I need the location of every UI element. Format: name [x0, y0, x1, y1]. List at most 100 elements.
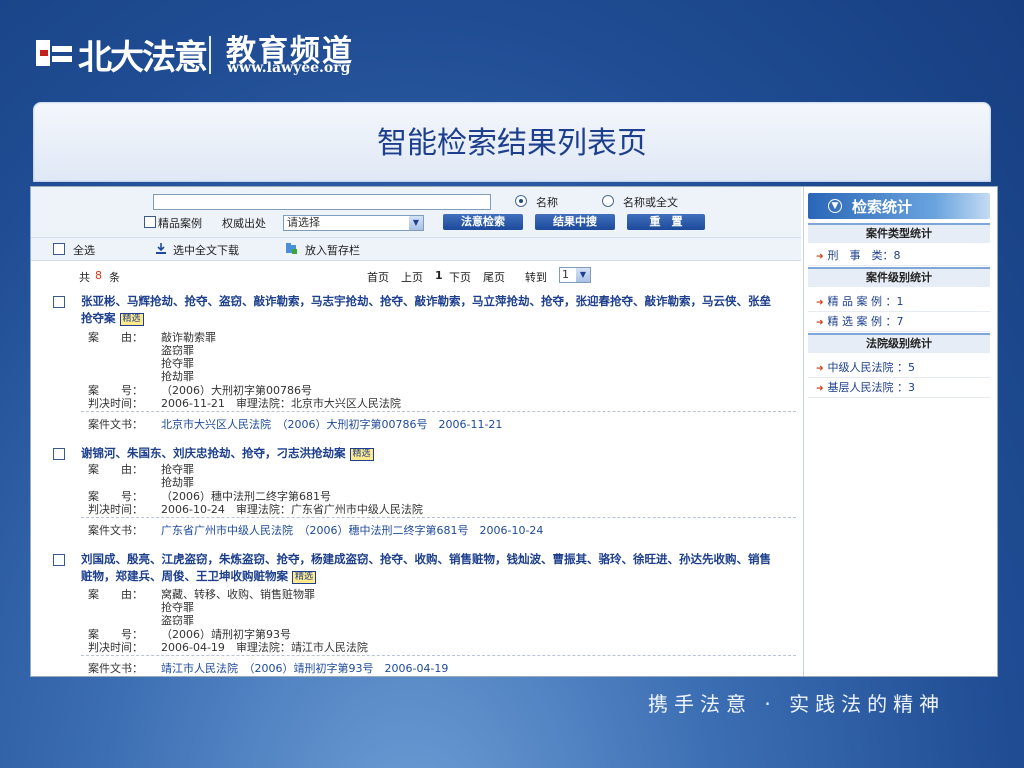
slogan: 携手法意 · 实践法的精神 [648, 692, 946, 716]
total-count: 8 [95, 269, 102, 282]
court-label: 审理法院： [235, 397, 291, 410]
cause-label: 案 由： [88, 588, 143, 601]
total-prefix: 共 [79, 271, 90, 284]
stats-item-label[interactable]: 刑 事 类：8 [828, 249, 901, 262]
screenshot-panel: 名称 名称或全文 精品案例 权威出处 请选择 ▼ 法意检索 结果中搜 重 置 全… [30, 186, 998, 677]
first-page-link[interactable]: 首页 [367, 269, 389, 285]
chevron-down-icon: ▼ [576, 268, 590, 282]
lawyee-logo-icon [36, 40, 72, 66]
court-label: 审理法院： [235, 641, 291, 654]
result-item: 张亚彬、马辉抢劫、抢夺、盗窃、敲诈勒索，马志宇抢劫、抢夺、敲诈勒索，马立萍抢劫、… [31, 293, 801, 432]
document-link[interactable]: 靖江市人民法院 （2006）靖刑初字第93号 2006-04-19 [161, 660, 448, 676]
judge-detail: 2006-10-24 审理法院：广东省广州市中级人民法院 [161, 501, 423, 517]
reset-button[interactable]: 重 置 [627, 214, 705, 230]
arrow-right-icon: ➜ [816, 298, 824, 308]
stats-header: ▼ 检索统计 [808, 193, 990, 219]
brand-name: 北大法意 [78, 38, 208, 78]
title-panel: 智能检索结果列表页 [33, 102, 991, 182]
authority-select-value: 请选择 [287, 216, 320, 229]
court-value: 广东省广州市中级人民法院 [290, 503, 423, 516]
result-title-text[interactable]: 刘国成、殷亮、江虎盗窃，朱炼盗窃、抢夺，杨建成盗窃、抢夺、收购、销售赃物，钱灿波… [81, 552, 771, 583]
pager: 共 8 条 首页 上页 1 下页 尾页 转到 1 ▼ [31, 265, 801, 285]
radio-name-fulltext-label: 名称或全文 [623, 196, 678, 209]
lawyee-search-button[interactable]: 法意检索 [443, 214, 523, 230]
result-title-text[interactable]: 谢锦河、朱国东、刘庆忠抢劫、抢夺，刁志洪抢劫案 [81, 446, 346, 460]
premium-checkbox[interactable] [144, 216, 156, 228]
stats-item-label[interactable]: 精 选 案 例 ：7 [828, 315, 904, 328]
result-checkbox[interactable] [53, 296, 65, 308]
court-value: 北京市大兴区人民法院 [290, 397, 401, 410]
download-icon[interactable] [155, 242, 167, 254]
save-folder-icon[interactable] [285, 242, 297, 254]
stats-item[interactable]: ➜ 基层人民法院 ：3 [808, 379, 990, 398]
authority-select[interactable]: 请选择 ▼ [283, 215, 424, 231]
judge-date: 2006-04-19 [161, 641, 225, 654]
chevron-down-icon: ▼ [409, 216, 423, 230]
result-title[interactable]: 刘国成、殷亮、江虎盗窃，朱炼盗窃、抢夺，杨建成盗窃、抢夺、收购、销售赃物，钱灿波… [81, 551, 781, 585]
featured-tag: 精选 [119, 313, 144, 326]
document-row: 案件文书： 靖江市人民法院 （2006）靖刑初字第93号 2006-04-19 [81, 655, 796, 676]
result-checkbox[interactable] [53, 554, 65, 566]
total-suffix: 条 [109, 271, 120, 284]
court-value: 靖江市人民法院 [290, 641, 368, 654]
featured-tag: 精选 [349, 448, 374, 461]
result-title-text[interactable]: 张亚彬、马辉抢劫、抢夺、盗窃、敲诈勒索，马志宇抢劫、抢夺、敲诈勒索，马立萍抢劫、… [81, 294, 771, 325]
result-checkbox[interactable] [53, 448, 65, 460]
cause-row: 案 由： 敲诈勒索罪 [88, 329, 216, 345]
prev-page-link[interactable]: 上页 [401, 269, 423, 285]
cause-row: 案 由： 抢夺罪 [88, 461, 194, 477]
judge-row: 判决时间： 2006-10-24 审理法院：广东省广州市中级人民法院 [88, 501, 423, 517]
document-link[interactable]: 北京市大兴区人民法院 （2006）大刑初字第00786号 2006-11-21 [161, 416, 502, 432]
stats-item[interactable]: ➜ 精 品 案 例 ：1 [808, 293, 990, 312]
select-all-label: 全选 [73, 244, 95, 257]
arrow-right-icon: ➜ [816, 252, 824, 262]
last-page-link[interactable]: 尾页 [483, 269, 505, 285]
judge-row: 判决时间： 2006-11-21 审理法院：北京市大兴区人民法院 [88, 395, 401, 411]
download-link[interactable]: 选中全文下载 [173, 242, 239, 258]
judge-time-label: 判决时间： [88, 503, 143, 516]
document-label: 案件文书： [88, 524, 143, 537]
select-all-checkbox[interactable] [53, 243, 65, 255]
radio-name-fulltext[interactable] [602, 195, 614, 207]
judge-date: 2006-10-24 [161, 503, 225, 516]
judge-row: 判决时间： 2006-04-19 审理法院：靖江市人民法院 [88, 639, 368, 655]
stats-item[interactable]: ➜ 精 选 案 例 ：7 [808, 313, 990, 332]
cause-row: 案 由： 窝藏、转移、收购、销售赃物罪 [88, 586, 315, 602]
document-label: 案件文书： [88, 662, 143, 675]
header: 北大法意 教育频道 www.lawyee.org [0, 0, 1024, 100]
stats-item[interactable]: ➜ 中级人民法院 ：5 [808, 359, 990, 378]
collapse-circle-icon[interactable]: ▼ [828, 199, 842, 213]
toolbar: 全选 选中全文下载 放入暂存栏 [31, 237, 801, 261]
result-item: 刘国成、殷亮、江虎盗窃，朱炼盗窃、抢夺，杨建成盗窃、抢夺、收购、销售赃物，钱灿波… [31, 551, 801, 676]
goto-select-value: 1 [562, 268, 569, 281]
page-title: 智能检索结果列表页 [377, 126, 647, 161]
authority-label: 权威出处 [222, 217, 266, 230]
stats-item-label[interactable]: 基层人民法院 ：3 [828, 381, 916, 394]
radio-name[interactable] [515, 195, 527, 207]
document-row: 案件文书： 广东省广州市中级人民法院 （2006）穗中法刑二终字第681号 200… [81, 517, 796, 538]
search-bar: 名称 名称或全文 精品案例 权威出处 请选择 ▼ 法意检索 结果中搜 重 置 [31, 187, 801, 237]
document-link[interactable]: 广东省广州市中级人民法院 （2006）穗中法刑二终字第681号 2006-10-… [161, 522, 543, 538]
judge-detail: 2006-04-19 审理法院：靖江市人民法院 [161, 639, 368, 655]
stats-sidebar: ▼ 检索统计 案件类型统计 ➜ 刑 事 类：8 案件级别统计 ➜ 精 品 案 例 ：… [803, 187, 997, 676]
court-label: 审理法院： [235, 503, 291, 516]
document-row: 案件文书： 北京市大兴区人民法院 （2006）大刑初字第00786号 2006-1… [81, 411, 796, 432]
result-title[interactable]: 张亚彬、马辉抢劫、抢夺、盗窃、敲诈勒索，马志宇抢劫、抢夺、敲诈勒索，马立萍抢劫、… [81, 293, 781, 327]
result-title[interactable]: 谢锦河、朱国东、刘庆忠抢劫、抢夺，刁志洪抢劫案 精选 [81, 445, 781, 462]
search-within-button[interactable]: 结果中搜 [535, 214, 615, 230]
results-main: 名称 名称或全文 精品案例 权威出处 请选择 ▼ 法意检索 结果中搜 重 置 全… [31, 187, 801, 676]
judge-detail: 2006-11-21 审理法院：北京市大兴区人民法院 [161, 395, 401, 411]
arrow-right-icon: ➜ [816, 318, 824, 328]
stats-item-label[interactable]: 中级人民法院 ：5 [828, 361, 916, 374]
stats-section-title: 案件类型统计 [808, 223, 990, 243]
result-item: 谢锦河、朱国东、刘庆忠抢劫、抢夺，刁志洪抢劫案 精选 案 由： 抢夺罪 抢劫罪 案 … [31, 445, 801, 540]
goto-select[interactable]: 1 ▼ [559, 267, 591, 283]
current-page: 1 [435, 269, 443, 282]
stats-item-label[interactable]: 精 品 案 例 ：1 [828, 295, 904, 308]
save-link[interactable]: 放入暂存栏 [305, 242, 360, 258]
logo-divider [209, 36, 211, 74]
next-page-link[interactable]: 下页 [449, 269, 471, 285]
search-input[interactable] [153, 194, 491, 210]
stats-item[interactable]: ➜ 刑 事 类：8 [808, 247, 990, 266]
arrow-right-icon: ➜ [816, 364, 824, 374]
